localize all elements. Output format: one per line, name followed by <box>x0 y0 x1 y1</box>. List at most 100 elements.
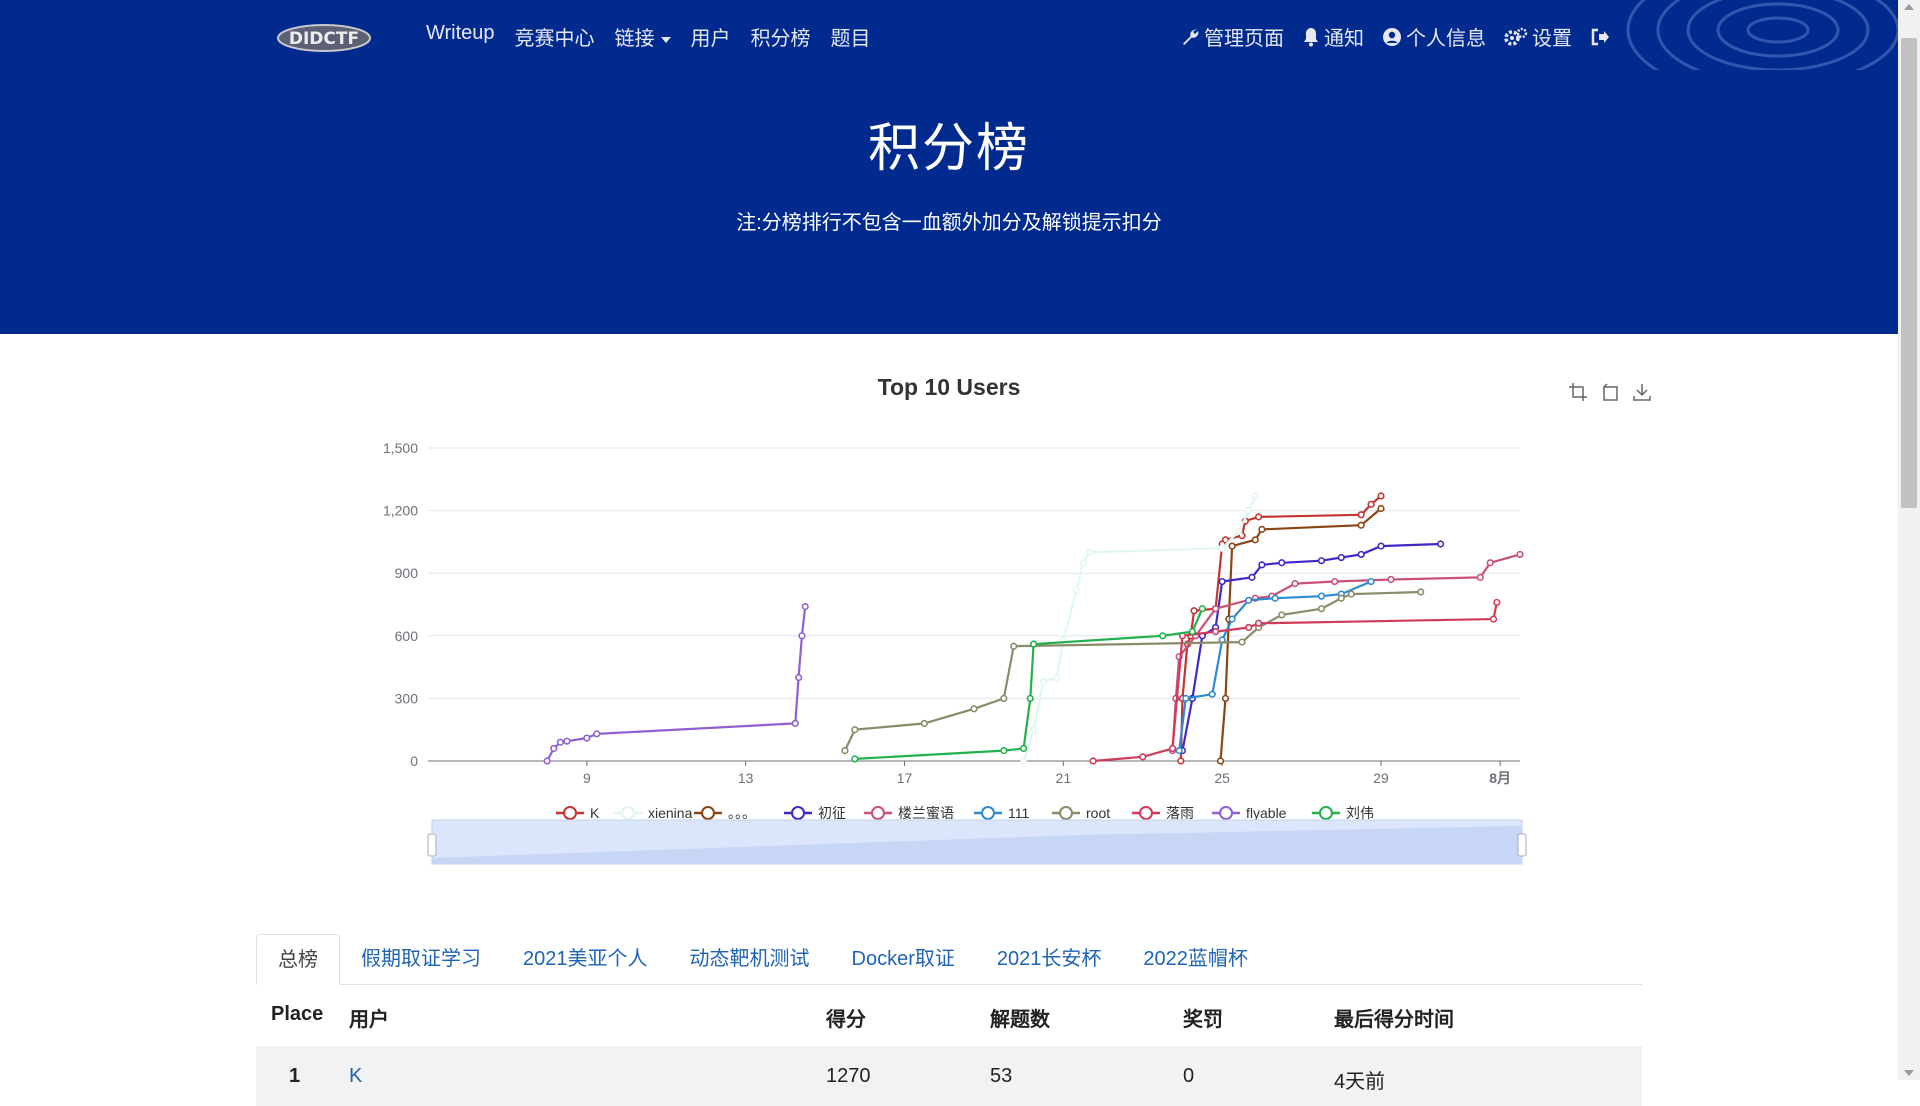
col-penalty: 奖罚 <box>1183 1009 1223 1031</box>
legend-item[interactable]: 楼兰蜜语 <box>864 805 954 821</box>
legend-marker <box>701 806 715 820</box>
series-line <box>1093 602 1498 763</box>
zoom-handle-right[interactable] <box>1517 833 1527 857</box>
data-point <box>1211 605 1220 613</box>
data-point <box>1010 642 1018 650</box>
data-point <box>1337 594 1345 602</box>
tab-overall[interactable]: 总榜 <box>256 934 340 985</box>
data-point <box>1216 757 1225 765</box>
data-point <box>1331 577 1339 586</box>
data-point <box>1367 500 1375 508</box>
tab-2021-changan[interactable]: 2021长安杯 <box>976 934 1123 984</box>
data-point <box>1516 550 1524 559</box>
legend-item[interactable]: root <box>1052 805 1110 821</box>
row-user-link[interactable]: K <box>349 1065 362 1088</box>
data-point <box>791 719 799 728</box>
data-point <box>1238 638 1246 646</box>
data-point <box>1228 542 1236 550</box>
tab-dynamic-target[interactable]: 动态靶机测试 <box>669 934 831 984</box>
data-point <box>1086 548 1094 556</box>
data-point <box>1000 694 1008 703</box>
data-point <box>1218 544 1226 552</box>
legend-label: 。。。 <box>728 805 756 821</box>
score-chart: 0 300 600 900 1,200 1,500 9 13 17 21 25 29 8月 Kxien… <box>383 440 1527 865</box>
legend-item[interactable]: 。。。 <box>694 805 756 821</box>
legend-label: 楼兰蜜语 <box>898 805 954 821</box>
x-tick-label: 29 <box>1373 770 1389 786</box>
page-scrollbar[interactable] <box>1898 0 1920 1080</box>
series-line <box>854 608 1204 760</box>
data-point <box>1251 536 1259 544</box>
data-point <box>1020 744 1028 753</box>
data-point <box>1029 726 1038 734</box>
zoom-handle-left[interactable] <box>427 833 437 857</box>
data-point <box>1337 553 1345 562</box>
data-point <box>1029 640 1038 648</box>
data-point <box>801 602 809 611</box>
data-point <box>1377 492 1385 500</box>
legend-marker <box>621 806 635 820</box>
table-row: 1 K 1270 53 0 4天前 <box>256 1046 1642 1106</box>
data-point <box>1188 628 1196 636</box>
row-penalty: 0 <box>1183 1065 1195 1087</box>
data-point <box>1278 611 1286 619</box>
legend-item[interactable]: 111 <box>974 805 1029 821</box>
tab-docker-forensics[interactable]: Docker取证 <box>831 934 976 984</box>
legend-marker <box>1319 806 1333 820</box>
data-point <box>1198 605 1206 613</box>
scroll-thumb[interactable] <box>1901 38 1917 508</box>
y-tick-label: 1,500 <box>383 440 418 456</box>
data-point <box>1291 580 1299 588</box>
data-point <box>1211 628 1220 636</box>
x-tick-label: 8月 <box>1489 770 1511 786</box>
legend-label: 111 <box>1008 805 1029 821</box>
data-point <box>1436 540 1445 548</box>
data-point <box>1245 507 1253 515</box>
legend-item[interactable]: flyable <box>1212 805 1287 821</box>
legend-label: root <box>1086 805 1110 821</box>
chart-series <box>543 492 1524 765</box>
tab-holiday-forensics[interactable]: 假期取证学习 <box>340 934 502 984</box>
data-point <box>798 632 806 640</box>
data-point <box>851 726 859 734</box>
legend-label: xienina <box>648 805 693 821</box>
data-point <box>1357 550 1365 559</box>
data-point <box>1168 744 1177 753</box>
series-line <box>843 590 1421 752</box>
data-point <box>795 673 803 682</box>
legend-marker <box>871 806 885 820</box>
legend-item[interactable]: 刘伟 <box>1312 805 1374 821</box>
data-point <box>1228 615 1236 623</box>
data-point <box>1317 557 1326 565</box>
series-111 <box>1175 577 1375 755</box>
legend-marker <box>791 806 805 820</box>
data-point <box>543 757 551 765</box>
legend-marker <box>1219 806 1233 820</box>
data-point <box>1235 527 1243 536</box>
legend-marker <box>981 806 995 820</box>
series-line <box>1219 507 1382 762</box>
tab-2021-meiya[interactable]: 2021美亚个人 <box>502 934 669 984</box>
tab-2022-bluehat[interactable]: 2022蓝帽杯 <box>1122 934 1269 984</box>
legend-item[interactable]: xienina <box>614 805 693 821</box>
data-point <box>1175 746 1183 755</box>
data-point <box>1251 492 1259 500</box>
series-line <box>1022 495 1257 762</box>
data-point <box>556 738 564 746</box>
legend-item[interactable]: K <box>556 805 600 821</box>
legend-item[interactable]: 初征 <box>784 805 846 821</box>
x-axis: 9 13 17 21 25 29 8月 <box>583 761 1511 786</box>
scroll-down-icon[interactable] <box>1904 1070 1914 1076</box>
data-point <box>851 755 859 763</box>
chart-legend: Kxienina 。。。 初征 楼兰蜜语 111 root 落雨 flyable 刘伟 <box>556 805 1374 821</box>
y-tick-label: 1,200 <box>383 503 418 519</box>
data-point <box>1254 513 1263 521</box>
data-point <box>1493 598 1501 607</box>
x-tick-label: 13 <box>738 770 754 786</box>
scroll-up-icon[interactable] <box>1904 4 1914 10</box>
data-point <box>1218 577 1226 586</box>
data-zoom-slider[interactable] <box>427 819 1527 865</box>
legend-item[interactable]: 落雨 <box>1132 805 1194 821</box>
legend-label: 落雨 <box>1166 805 1194 821</box>
data-point <box>1258 561 1266 569</box>
